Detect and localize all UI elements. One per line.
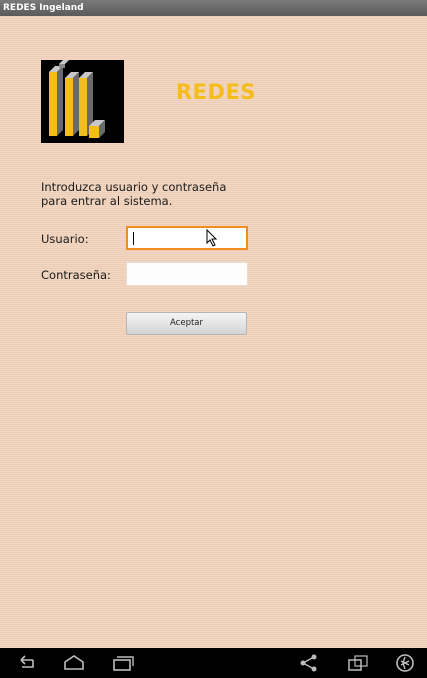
window-title-bar: REDES Ingeland [0,0,427,16]
text-caret [133,232,134,245]
username-input[interactable] [128,229,246,249]
screen-rotate-icon[interactable] [345,652,371,674]
company-logo [41,60,124,143]
username-field[interactable] [126,226,248,250]
home-icon[interactable] [61,652,87,674]
password-label: Contraseña: [41,268,111,282]
username-label: Usuario: [41,232,89,246]
settings-icon[interactable] [393,652,419,674]
login-instructions: Introduzca usuario y contraseña para ent… [41,180,227,208]
app-name-heading: REDES [176,80,256,104]
password-field[interactable] [126,262,248,286]
accept-button[interactable]: Aceptar [126,312,247,335]
recent-apps-icon[interactable] [110,652,136,674]
password-input[interactable] [127,263,247,285]
window-title: REDES Ingeland [3,3,84,13]
share-icon[interactable] [296,652,322,674]
back-icon[interactable] [13,652,39,674]
mouse-pointer-icon [206,228,218,251]
system-navigation-bar [0,648,427,678]
